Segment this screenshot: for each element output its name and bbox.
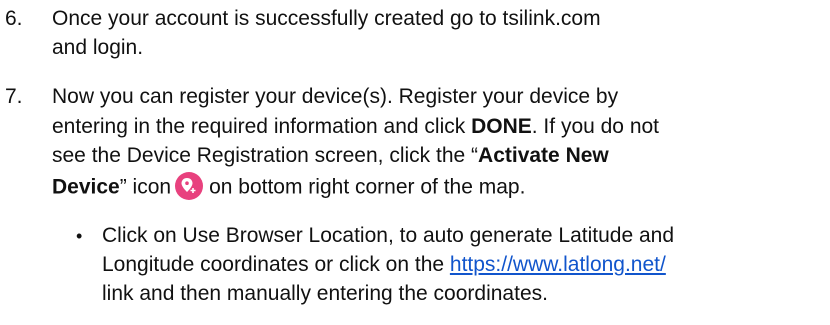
step-7-line-4: Device” icon on bottom right corner of th…	[52, 172, 526, 202]
latlong-link[interactable]: https://www.latlong.net/	[450, 253, 666, 276]
device-label: Device	[52, 175, 120, 199]
step-7-line-1: Now you can register your device(s). Reg…	[52, 85, 619, 108]
bullet-line-2: Longitude coordinates or click on the ht…	[102, 253, 666, 277]
activate-new-label: Activate New	[478, 144, 609, 167]
step-7-line-2-tail: . If you do not	[531, 115, 660, 138]
bullet-symbol: •	[76, 226, 83, 246]
step-7-line-2: entering in the required information and…	[52, 115, 659, 139]
step-7-line-4-tail: on bottom right corner of the map.	[209, 175, 526, 199]
step-6-line-1: Once your account is successfully create…	[52, 7, 601, 30]
location-pin-add-icon	[175, 172, 204, 200]
done-label: DONE	[471, 115, 532, 138]
bullet-line-2-text: Longitude coordinates or click on the	[102, 253, 450, 276]
step-6-line-2: and login.	[52, 36, 144, 59]
step-7-line-3: see the Device Registration screen, clic…	[52, 144, 609, 168]
bullet-line-3: link and then manually entering the coor…	[102, 282, 548, 305]
bullet-line-1: Click on Use Browser Location, to auto g…	[102, 224, 675, 247]
step-7-line-2-text: entering in the required information and…	[52, 115, 472, 138]
step-7-line-3-text: see the Device Registration screen, clic…	[52, 144, 479, 167]
step-7-number: 7.	[5, 85, 23, 108]
step-7-icon-text: ” icon	[119, 175, 172, 199]
step-6-number: 6.	[5, 7, 23, 30]
